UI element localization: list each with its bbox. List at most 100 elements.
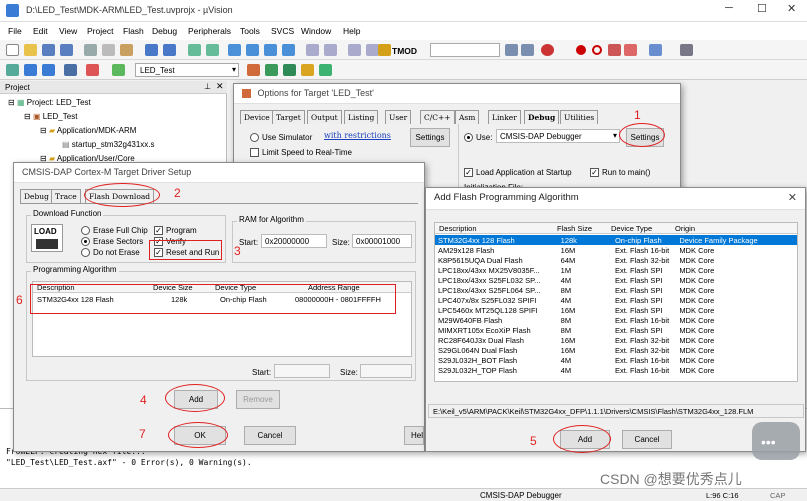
build-icon[interactable] xyxy=(24,64,37,76)
algo-start-input[interactable] xyxy=(274,364,330,378)
rebuild-icon[interactable] xyxy=(42,64,55,76)
tab-user[interactable]: User xyxy=(385,110,412,124)
chevron-down-icon[interactable]: ▾ xyxy=(232,65,236,74)
pack-installer-icon[interactable] xyxy=(319,64,332,76)
save-icon[interactable] xyxy=(42,44,55,56)
window-layout-icon[interactable] xyxy=(649,44,662,56)
flm-path-field[interactable]: E:\Keil_v5\ARM\PACK\Keil\STM32G4xx_DFP\1… xyxy=(428,404,804,418)
menu-flash[interactable]: Flash xyxy=(123,26,144,36)
tab-debug[interactable]: Debug xyxy=(20,189,53,203)
configure-icon[interactable] xyxy=(680,44,693,56)
target-dropdown[interactable] xyxy=(430,43,500,57)
menu-project[interactable]: Project xyxy=(87,26,113,36)
new-file-icon[interactable] xyxy=(6,44,19,56)
find-in-files-icon[interactable] xyxy=(378,44,391,56)
undo-icon[interactable] xyxy=(145,44,158,56)
tree-item-project[interactable]: ⊟ ▦ Project: LED_Test xyxy=(8,98,91,107)
tab-cpp[interactable]: C/C++ xyxy=(420,110,455,124)
download-icon[interactable] xyxy=(112,64,125,76)
tab-asm[interactable]: Asm xyxy=(455,110,480,124)
tree-item-target[interactable]: ⊟ ▣ LED_Test xyxy=(24,112,77,121)
target-select[interactable]: LED_Test ▾ xyxy=(135,63,239,77)
program-checkbox[interactable]: ✓ xyxy=(154,226,163,235)
table-row[interactable]: STM32G4xx 128 Flash 128k On-chip Flash Devi… xyxy=(435,235,797,245)
redo-icon[interactable] xyxy=(163,44,176,56)
table-row[interactable]: LPC18xx/43xx MX25V8035F... 1M Ext. Flash S… xyxy=(435,265,797,275)
table-row[interactable]: S29JL032H_TOP Flash 4M Ext. Flash 16-bit MD… xyxy=(435,365,797,375)
simulator-settings-button[interactable]: Settings xyxy=(410,128,450,147)
menu-edit[interactable]: Edit xyxy=(33,26,48,36)
nav-back-icon[interactable] xyxy=(188,44,201,56)
breakpoint-disable-icon[interactable] xyxy=(592,45,602,55)
bookmark-clear-icon[interactable] xyxy=(282,44,295,56)
table-row[interactable]: LPC18xx/43xx S25FL032 SP... 4M Ext. Flash … xyxy=(435,275,797,285)
do-not-erase-radio[interactable] xyxy=(81,248,90,257)
comment-icon[interactable] xyxy=(348,44,361,56)
table-row[interactable]: MIMXRT105x EcoXiP Flash 8M Ext. Flash SPI M… xyxy=(435,325,797,335)
erase-full-radio[interactable] xyxy=(81,226,90,235)
minimize-icon[interactable]: ─ xyxy=(725,2,733,14)
cut-icon[interactable] xyxy=(84,44,97,56)
table-row[interactable]: LPC18xx/43xx S25FL064 SP... 8M Ext. Flash … xyxy=(435,285,797,295)
table-row[interactable]: S29JL032H_BOT Flash 4M Ext. Flash 16-bit MD… xyxy=(435,355,797,365)
pin-icon[interactable]: ⊥ xyxy=(204,82,211,91)
tab-target[interactable]: Target xyxy=(272,110,305,124)
flash-algo-list[interactable]: Description Flash Size Device Type Origi… xyxy=(434,222,798,382)
menu-view[interactable]: View xyxy=(59,26,77,36)
use-simulator-radio[interactable] xyxy=(250,133,259,142)
tree-item-file[interactable]: ▤ startup_stm32g431xx.s xyxy=(62,140,155,149)
stop-build-icon[interactable] xyxy=(86,64,99,76)
remove-algo-button[interactable]: Remove xyxy=(236,390,280,409)
find-icon[interactable] xyxy=(505,44,518,56)
breakpoint-kill-icon[interactable] xyxy=(608,44,621,56)
menu-debug[interactable]: Debug xyxy=(152,26,177,36)
use-debugger-radio[interactable] xyxy=(464,133,473,142)
debugger-select[interactable]: CMSIS-DAP Debugger ▾ xyxy=(496,129,620,143)
tab-device[interactable]: Device xyxy=(240,110,274,124)
paste-icon[interactable] xyxy=(120,44,133,56)
incremental-find-icon[interactable] xyxy=(521,44,534,56)
batch-build-icon[interactable] xyxy=(64,64,77,76)
file-extensions-icon[interactable] xyxy=(265,64,278,76)
breakpoint-clear-icon[interactable] xyxy=(624,44,637,56)
close-icon[interactable]: ✕ xyxy=(788,191,797,204)
bookmark-next-icon[interactable] xyxy=(264,44,277,56)
options-for-target-icon[interactable] xyxy=(247,64,260,76)
debug-session-icon[interactable] xyxy=(541,44,554,56)
tab-trace[interactable]: Trace xyxy=(51,189,81,203)
tab-utilities[interactable]: Utilities xyxy=(560,110,599,124)
table-row[interactable]: LPC407x/8x S25FL032 SPIFI 4M Ext. Flash SP… xyxy=(435,295,797,305)
load-app-checkbox[interactable]: ✓ xyxy=(464,168,473,177)
tree-item-group[interactable]: ⊟ ▰ Application/MDK-ARM xyxy=(40,126,136,135)
add-flash-cancel-button[interactable]: Cancel xyxy=(622,430,672,449)
manage-components-icon[interactable] xyxy=(283,64,296,76)
menu-tools[interactable]: Tools xyxy=(240,26,260,36)
tab-debug[interactable]: Debug xyxy=(524,110,560,124)
nav-forward-icon[interactable] xyxy=(206,44,219,56)
tab-listing[interactable]: Listing xyxy=(344,110,379,124)
limit-speed-checkbox[interactable] xyxy=(250,148,259,157)
unindent-icon[interactable] xyxy=(324,44,337,56)
menu-window[interactable]: Window xyxy=(301,26,331,36)
menu-peripherals[interactable]: Peripherals xyxy=(188,26,231,36)
panel-close-icon[interactable]: ✕ xyxy=(216,81,224,92)
run-to-main-checkbox[interactable]: ✓ xyxy=(590,168,599,177)
table-row[interactable]: M29W640FB Flash 8M Ext. Flash 16-bit MDK Co… xyxy=(435,315,797,325)
breakpoint-icon[interactable] xyxy=(576,45,586,55)
tab-output[interactable]: Output xyxy=(307,110,342,124)
col-device-type[interactable]: Device Type xyxy=(611,224,652,233)
restrictions-link[interactable]: with restrictions xyxy=(324,131,391,140)
ram-size-input[interactable]: 0x00001000 xyxy=(352,234,412,248)
bookmark-prev-icon[interactable] xyxy=(246,44,259,56)
col-origin[interactable]: Origin xyxy=(675,224,695,233)
col-description[interactable]: Description xyxy=(439,224,477,233)
col-flash-size[interactable]: Flash Size xyxy=(557,224,592,233)
menu-file[interactable]: File xyxy=(8,26,22,36)
menu-help[interactable]: Help xyxy=(343,26,360,36)
menu-svcs[interactable]: SVCS xyxy=(271,26,294,36)
close-icon[interactable]: ✕ xyxy=(787,2,796,15)
tab-linker[interactable]: Linker xyxy=(488,110,521,124)
select-packs-icon[interactable] xyxy=(301,64,314,76)
table-row[interactable]: LPC5460x MT25QL128 SPIFI 16M Ext. Flash SP… xyxy=(435,305,797,315)
table-row[interactable]: S29GL064N Dual Flash 16M Ext. Flash 32-bit… xyxy=(435,345,797,355)
